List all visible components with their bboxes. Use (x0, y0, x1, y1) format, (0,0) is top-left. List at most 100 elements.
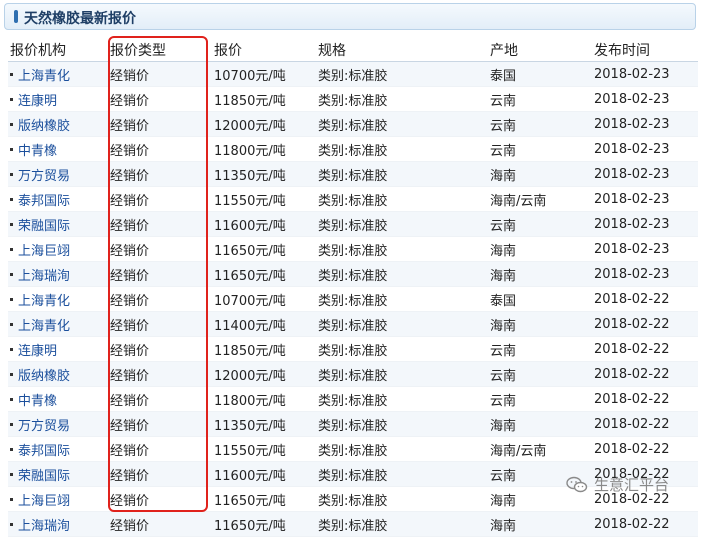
row-price-cell: 11650元/吨 (212, 236, 316, 262)
row-org-cell: 上海青化 (8, 61, 108, 87)
bullet-icon (10, 198, 13, 201)
org-link[interactable]: 上海瑞洵 (18, 519, 70, 534)
row-price-cell: 11850元/吨 (212, 336, 316, 362)
org-link[interactable]: 万方贸易 (18, 169, 70, 184)
row-date-cell: 2018-02-22 (592, 336, 698, 362)
row-origin-cell: 海南 (488, 411, 592, 437)
row-type: 经销价 (110, 168, 150, 184)
row-spec-cell: 类别:标准胶 (316, 436, 488, 462)
price-table-wrapper: 报价机构 报价类型 报价 规格 产地 发布时间 上海青化 经销价 10700元/吨类… (8, 38, 698, 537)
org-link[interactable]: 万方贸易 (18, 419, 70, 434)
org-link[interactable]: 中青橡 (18, 394, 57, 409)
row-date-cell: 2018-02-23 (592, 211, 698, 237)
row-type-cell: 经销价 (108, 461, 212, 487)
row-type: 经销价 (110, 143, 150, 159)
row-date-cell: 2018-02-23 (592, 61, 698, 87)
org-link[interactable]: 版纳橡胶 (18, 369, 70, 384)
row-spec-cell: 类别:标准胶 (316, 461, 488, 487)
row-price: 11800元/吨 (214, 143, 286, 159)
row-spec: 类别:标准胶 (318, 93, 388, 109)
row-origin: 云南 (490, 393, 517, 409)
row-spec: 类别:标准胶 (318, 468, 388, 484)
row-origin: 海南 (490, 268, 517, 284)
row-type-cell: 经销价 (108, 511, 212, 537)
row-org-cell: 中青橡 (8, 386, 108, 412)
row-spec-cell: 类别:标准胶 (316, 486, 488, 512)
bullet-icon (10, 123, 13, 126)
row-org-cell: 上海青化 (8, 286, 108, 312)
table-row: 泰邦国际 经销价 11550元/吨 类别:标准胶 海南/云南 2018-02-22 (8, 436, 698, 462)
bullet-icon (10, 248, 13, 251)
org-link[interactable]: 泰邦国际 (18, 194, 70, 209)
org-link[interactable]: 中青橡 (18, 144, 57, 159)
org-link[interactable]: 上海青化 (18, 294, 70, 309)
row-origin-cell: 海南 (488, 511, 592, 537)
row-origin: 泰国 (490, 293, 517, 309)
row-price-cell: 11350元/吨 (212, 161, 316, 187)
row-org-cell: 泰邦国际 (8, 186, 108, 212)
row-org-cell: 上海巨翊 (8, 236, 108, 262)
row-origin: 云南 (490, 468, 517, 484)
org-link[interactable]: 版纳橡胶 (18, 119, 70, 134)
row-spec: 类别:标准胶 (318, 493, 388, 509)
org-link[interactable]: 上海青化 (18, 69, 70, 84)
row-date: 2018-02-22 (594, 291, 670, 307)
org-link[interactable]: 上海瑞洵 (18, 269, 70, 284)
row-type: 经销价 (110, 268, 150, 284)
row-price-cell: 12000元/吨 (212, 111, 316, 137)
bullet-icon (10, 148, 13, 151)
row-origin: 海南 (490, 318, 517, 334)
row-origin-cell: 海南 (488, 236, 592, 262)
row-org-cell: 连康明 (8, 336, 108, 362)
row-spec-cell: 类别:标准胶 (316, 211, 488, 237)
row-price-cell: 11850元/吨 (212, 86, 316, 112)
table-row: 上海青化 经销价 10700元/吨 类别:标准胶 泰国 2018-02-23 (8, 61, 698, 87)
row-type: 经销价 (110, 418, 150, 434)
row-date-cell: 2018-02-23 (592, 161, 698, 187)
row-date: 2018-02-23 (594, 166, 670, 182)
row-price: 11550元/吨 (214, 443, 286, 459)
row-date: 2018-02-22 (594, 441, 670, 457)
row-type: 经销价 (110, 343, 150, 359)
row-type-cell: 经销价 (108, 86, 212, 112)
row-origin-cell: 云南 (488, 211, 592, 237)
header-origin: 产地 (488, 38, 592, 62)
row-type: 经销价 (110, 243, 150, 259)
row-org-cell: 万方贸易 (8, 161, 108, 187)
org-link[interactable]: 泰邦国际 (18, 444, 70, 459)
row-type: 经销价 (110, 68, 150, 84)
table-row: 上海青化 经销价 10700元/吨 类别:标准胶 泰国 2018-02-22 (8, 286, 698, 312)
row-price: 11350元/吨 (214, 168, 286, 184)
org-link[interactable]: 上海巨翊 (18, 494, 70, 509)
org-link[interactable]: 荣融国际 (18, 219, 70, 234)
org-link[interactable]: 上海青化 (18, 319, 70, 334)
row-type-cell: 经销价 (108, 411, 212, 437)
org-link[interactable]: 上海巨翊 (18, 244, 70, 259)
row-origin-cell: 海南 (488, 261, 592, 287)
row-org-cell: 版纳橡胶 (8, 111, 108, 137)
org-link[interactable]: 荣融国际 (18, 469, 70, 484)
row-price-cell: 11650元/吨 (212, 511, 316, 537)
org-link[interactable]: 连康明 (18, 94, 57, 109)
row-spec-cell: 类别:标准胶 (316, 311, 488, 337)
table-row: 连康明 经销价 11850元/吨 类别:标准胶 云南 2018-02-22 (8, 336, 698, 362)
row-org-cell: 版纳橡胶 (8, 361, 108, 387)
row-origin-cell: 海南/云南 (488, 186, 592, 212)
table-row: 万方贸易 经销价 11350元/吨 类别:标准胶 海南 2018-02-23 (8, 161, 698, 187)
header-type: 报价类型 (108, 38, 212, 62)
price-table: 报价机构 报价类型 报价 规格 产地 发布时间 上海青化 经销价 10700元/吨类… (8, 38, 698, 537)
row-type-cell: 经销价 (108, 261, 212, 287)
row-origin-cell: 海南/云南 (488, 436, 592, 462)
org-link[interactable]: 连康明 (18, 344, 57, 359)
row-origin: 云南 (490, 218, 517, 234)
bullet-icon (10, 473, 13, 476)
row-date-cell: 2018-02-22 (592, 436, 698, 462)
row-spec-cell: 类别:标准胶 (316, 361, 488, 387)
row-price: 11650元/吨 (214, 243, 286, 259)
row-spec-cell: 类别:标准胶 (316, 336, 488, 362)
row-price-cell: 11400元/吨 (212, 311, 316, 337)
row-origin: 海南 (490, 168, 517, 184)
row-date-cell: 2018-02-22 (592, 286, 698, 312)
bullet-icon (10, 73, 13, 76)
row-date: 2018-02-23 (594, 91, 670, 107)
